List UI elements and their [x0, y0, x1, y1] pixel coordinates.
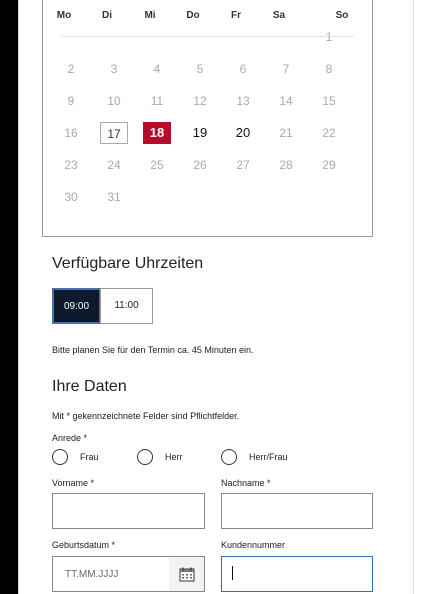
birthdate-label: Geburtsdatum *: [52, 540, 116, 550]
calendar-day: 31: [107, 190, 121, 204]
calendar-divider: [61, 36, 354, 37]
calendar-day: 12: [193, 94, 207, 108]
birthdate-input[interactable]: [52, 556, 170, 592]
calendar-day: 26: [193, 158, 207, 172]
time-slot-0900[interactable]: 09:00: [52, 288, 101, 324]
calendar-day: 15: [322, 94, 336, 108]
calendar-day: 23: [64, 158, 78, 172]
calendar-day: 11: [150, 94, 164, 108]
calendar: Mo Di Mi Do Fr Sa So 1 2 3 4 5 6 7 8 9 10 11 12 13 14…: [42, 0, 373, 237]
duration-note: Bitte planen Sie für den Termin ca. 45 M…: [52, 345, 254, 355]
weekday-mo: Mo: [56, 10, 72, 21]
calendar-day[interactable]: 20: [229, 122, 257, 144]
weekday-fr: Fr: [231, 10, 241, 21]
salutation-label: Anrede *: [52, 433, 88, 443]
calendar-day: 14: [279, 94, 293, 108]
calendar-day: 6: [239, 62, 247, 76]
radio-herr-frau[interactable]: [221, 449, 237, 465]
datepicker-button[interactable]: [169, 556, 205, 592]
calendar-day: 3: [110, 62, 118, 76]
calendar-day: 29: [322, 158, 336, 172]
calendar-day: 28: [279, 158, 293, 172]
calendar-day: 13: [236, 94, 250, 108]
calendar-day: 4: [153, 62, 161, 76]
radio-herr-frau-label[interactable]: Herr/Frau: [249, 452, 288, 462]
calendar-day[interactable]: 18: [143, 122, 171, 144]
firstname-input[interactable]: [52, 493, 205, 529]
calendar-day: 17: [100, 122, 128, 144]
weekday-mi: Mi: [144, 10, 156, 21]
calendar-day: 7: [282, 62, 290, 76]
calendar-day: 9: [67, 94, 75, 108]
radio-herr-label[interactable]: Herr: [165, 452, 183, 462]
required-note: Mit * gekennzeichnete Felder sind Pflich…: [52, 411, 240, 421]
weekday-di: Di: [102, 10, 112, 21]
calendar-day: 10: [107, 94, 121, 108]
weekday-so: So: [335, 10, 349, 21]
calendar-day: 16: [64, 126, 78, 140]
radio-frau[interactable]: [52, 449, 68, 465]
calendar-day: 25: [150, 158, 164, 172]
firstname-label: Vorname *: [52, 478, 95, 488]
calendar-day: 8: [325, 62, 333, 76]
times-title: Verfügbare Uhrzeiten: [52, 255, 204, 272]
calendar-day: 24: [107, 158, 121, 172]
calendar-day: 27: [236, 158, 250, 172]
time-slot-1100[interactable]: 11:00: [100, 288, 153, 324]
lastname-label: Nachname *: [221, 478, 271, 488]
weekday-sa: Sa: [272, 10, 286, 21]
calendar-day: 2: [67, 62, 75, 76]
calendar-icon: [178, 567, 195, 582]
customer-number-input[interactable]: [221, 556, 373, 592]
weekday-do: Do: [186, 10, 200, 21]
customer-number-label: Kundennummer: [221, 540, 286, 550]
calendar-day: 30: [64, 190, 78, 204]
calendar-day: 5: [196, 62, 204, 76]
calendar-day: 1: [325, 30, 333, 44]
radio-herr[interactable]: [137, 449, 153, 465]
personal-title: Ihre Daten: [52, 378, 127, 395]
calendar-day[interactable]: 19: [186, 122, 214, 144]
page-margin: [414, 0, 430, 594]
text-cursor: [232, 566, 233, 580]
calendar-day: 21: [279, 126, 293, 140]
radio-frau-label[interactable]: Frau: [80, 452, 99, 462]
lastname-input[interactable]: [221, 493, 373, 529]
calendar-day: 22: [322, 126, 336, 140]
